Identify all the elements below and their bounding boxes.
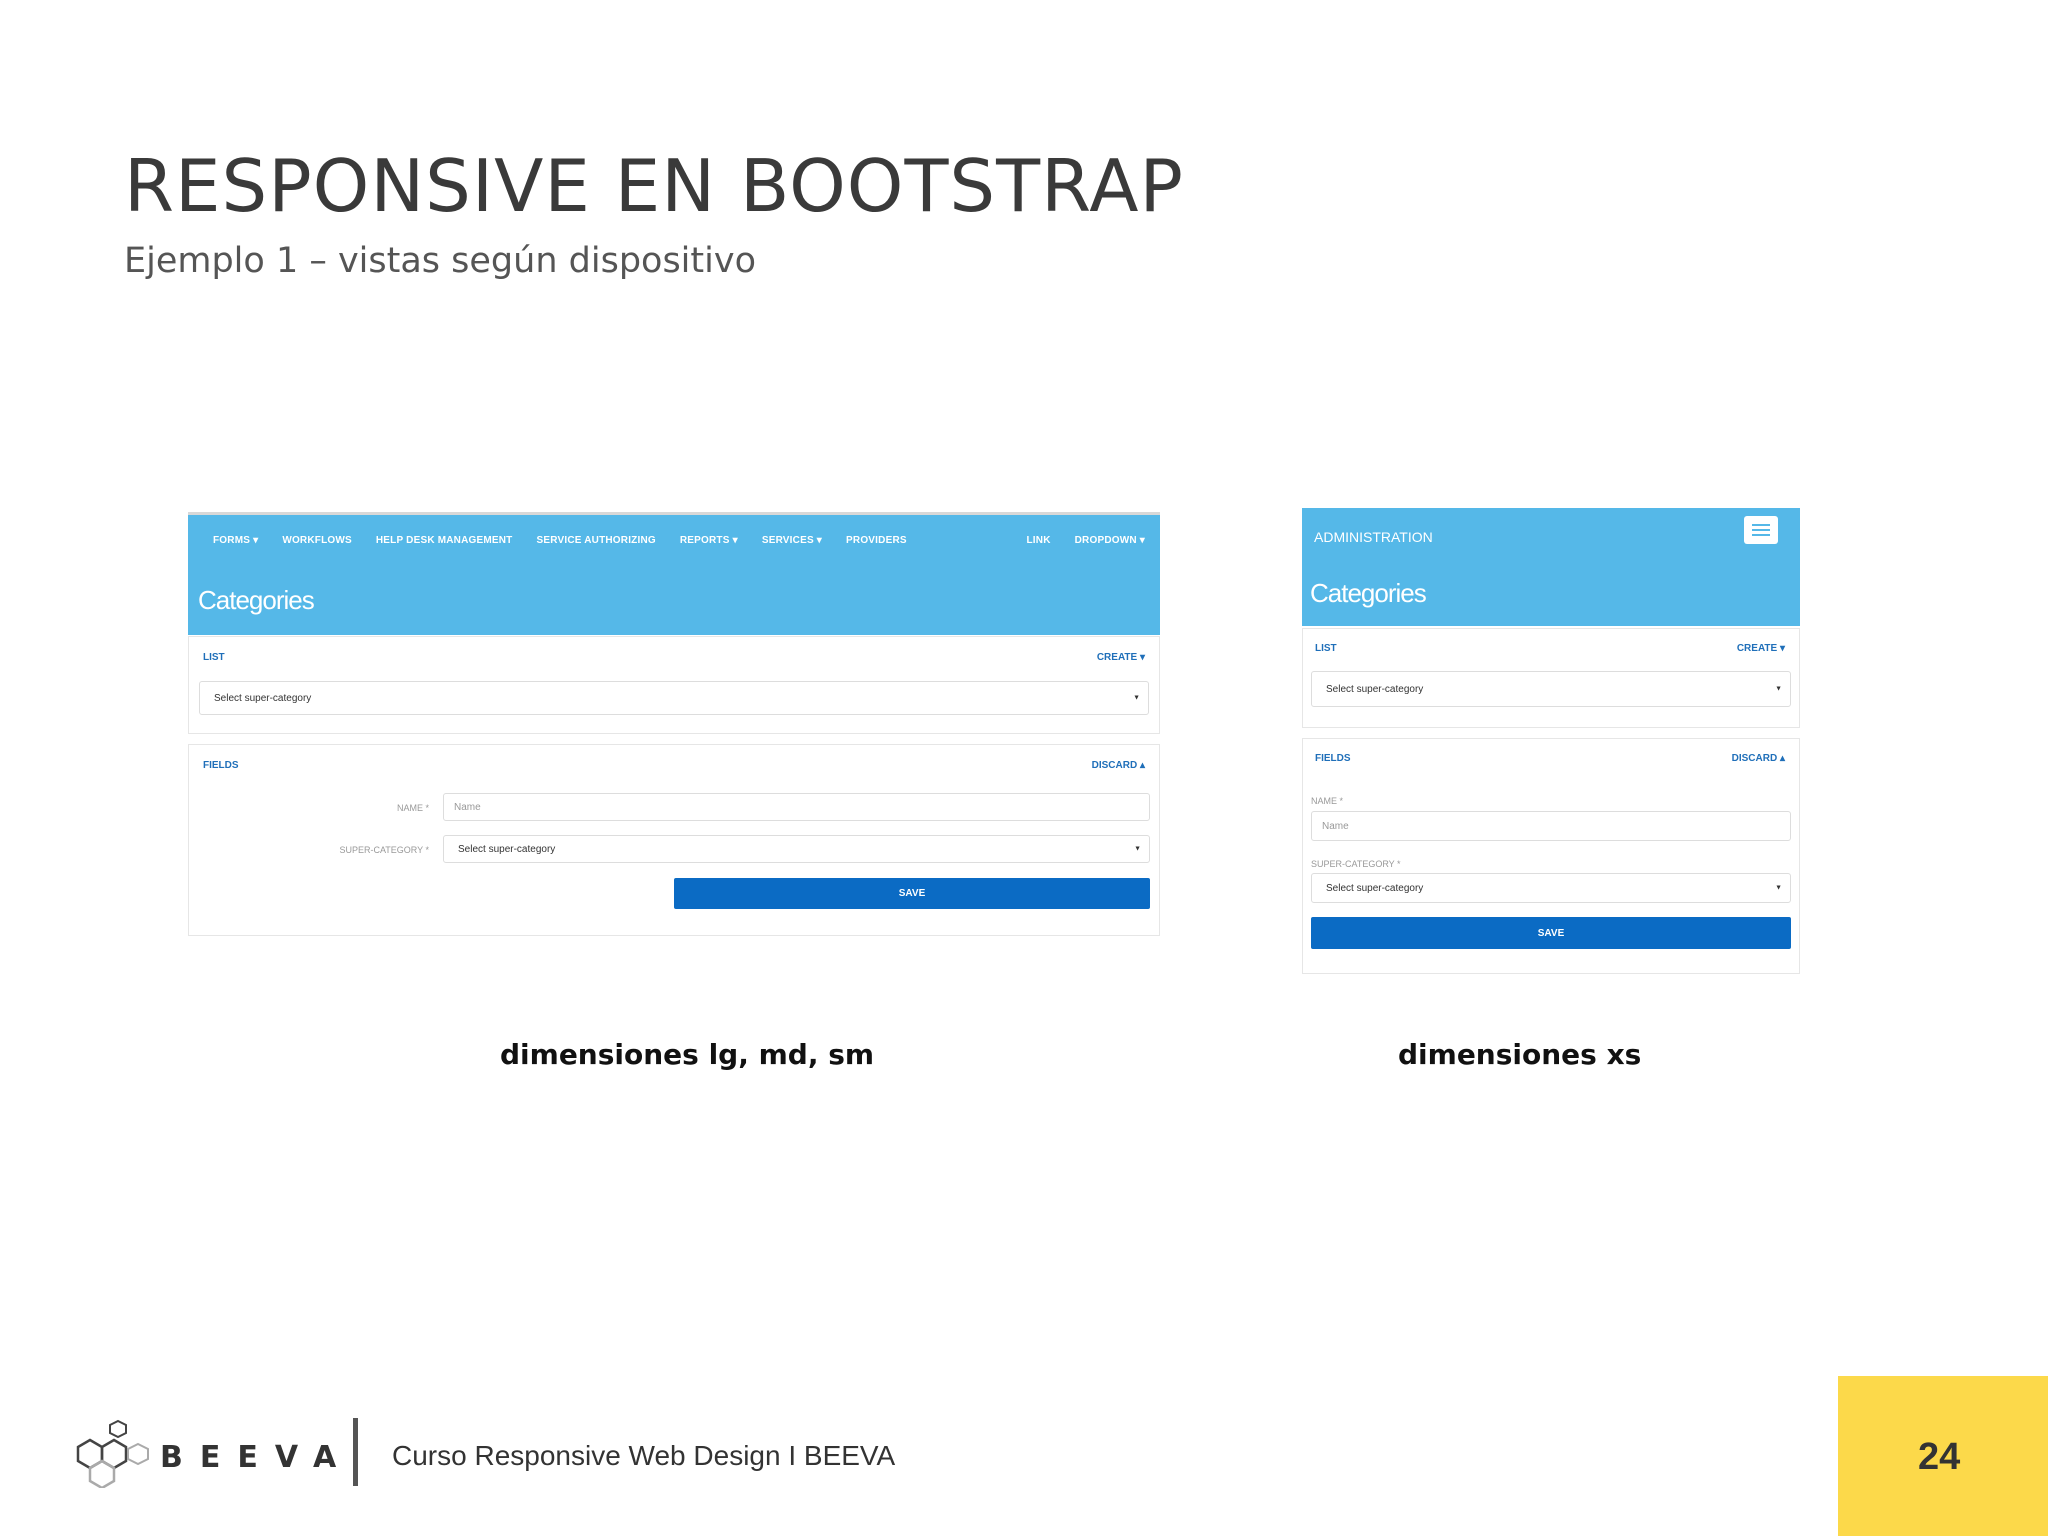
caret-down-icon: ▼ <box>1775 685 1782 693</box>
nav-item-dropdown[interactable]: DROPDOWN ▾ <box>1075 535 1145 546</box>
super-category-label: SUPER-CATEGORY * <box>339 845 429 855</box>
slide-subtitle: Ejemplo 1 – vistas según dispositivo <box>124 241 756 281</box>
slide-title: RESPONSIVE EN BOOTSTRAP <box>124 144 1184 228</box>
nav-item-link[interactable]: LINK <box>1027 535 1051 546</box>
name-input[interactable]: Name <box>443 793 1150 821</box>
nav-item-services[interactable]: SERVICES ▾ <box>762 535 822 546</box>
caret-down-icon: ▼ <box>1775 884 1782 892</box>
caption-desktop: dimensiones lg, md, sm <box>500 1038 875 1071</box>
mockup-mobile-view: ADMINISTRATION Categories LIST CREATE ▾ … <box>1302 508 1800 974</box>
fields-panel: FIELDS DISCARD ▴ NAME * Name SUPER-CATEG… <box>1302 738 1800 974</box>
course-name: Curso Responsive Web Design I BEEVA <box>392 1440 896 1471</box>
super-category-field[interactable]: Select super-category ▼ <box>443 835 1150 863</box>
super-category-field[interactable]: Select super-category ▼ <box>1311 873 1791 903</box>
fields-label: FIELDS <box>203 760 239 771</box>
select-value: Select super-category <box>1326 683 1424 695</box>
caption-mobile: dimensiones xs <box>1398 1038 1642 1071</box>
nav-item-help-desk[interactable]: HELP DESK MANAGEMENT <box>376 535 513 546</box>
list-label: LIST <box>1315 643 1337 654</box>
super-category-select[interactable]: Select super-category ▼ <box>1311 671 1791 707</box>
nav-item-forms[interactable]: FORMS ▾ <box>213 535 258 546</box>
nav-item-providers[interactable]: PROVIDERS <box>846 535 907 546</box>
page-number: 24 <box>1918 1436 1961 1478</box>
hamburger-icon[interactable] <box>1744 516 1778 544</box>
nav-item-workflows[interactable]: WORKFLOWS <box>282 535 352 546</box>
name-label: NAME * <box>1311 796 1344 806</box>
create-button[interactable]: CREATE ▾ <box>1737 643 1785 654</box>
select-value: Select super-category <box>1326 882 1424 894</box>
nav-item-service-authorizing[interactable]: SERVICE AUTHORIZING <box>537 535 656 546</box>
list-panel: LIST CREATE ▾ Select super-category ▼ <box>1302 628 1800 728</box>
caret-down-icon: ▼ <box>1134 845 1141 853</box>
caret-down-icon: ▼ <box>1133 694 1140 702</box>
list-label: LIST <box>203 652 225 663</box>
page-title: Categories <box>1310 578 1427 608</box>
name-label: NAME * <box>396 803 429 813</box>
select-value: Select super-category <box>214 692 312 704</box>
select-value: Select super-category <box>458 843 556 855</box>
save-button[interactable]: SAVE <box>1311 917 1791 949</box>
header-bar: ADMINISTRATION Categories <box>1302 508 1800 626</box>
navbar: FORMS ▾ WORKFLOWS HELP DESK MANAGEMENT S… <box>213 535 1145 546</box>
nav-item-reports[interactable]: REPORTS ▾ <box>680 535 738 546</box>
mockup-desktop-view: FORMS ▾ WORKFLOWS HELP DESK MANAGEMENT S… <box>188 512 1160 937</box>
page-title: Categories <box>198 585 315 615</box>
brand-name: BEEVA <box>160 1440 354 1475</box>
create-button[interactable]: CREATE ▾ <box>1097 652 1145 663</box>
list-panel: LIST CREATE ▾ Select super-category ▼ <box>188 636 1160 734</box>
footer-divider <box>353 1418 358 1486</box>
header-bar: FORMS ▾ WORKFLOWS HELP DESK MANAGEMENT S… <box>188 515 1160 635</box>
super-category-label: SUPER-CATEGORY * <box>1311 859 1401 869</box>
fields-panel: FIELDS DISCARD ▴ NAME * Name SUPER-CATEG… <box>188 744 1160 936</box>
brand-label[interactable]: ADMINISTRATION <box>1314 529 1433 545</box>
discard-button[interactable]: DISCARD ▴ <box>1732 753 1785 764</box>
super-category-select[interactable]: Select super-category ▼ <box>199 681 1149 715</box>
discard-button[interactable]: DISCARD ▴ <box>1092 760 1145 771</box>
name-input[interactable]: Name <box>1311 811 1791 841</box>
fields-label: FIELDS <box>1315 753 1351 764</box>
save-button[interactable]: SAVE <box>674 878 1150 909</box>
